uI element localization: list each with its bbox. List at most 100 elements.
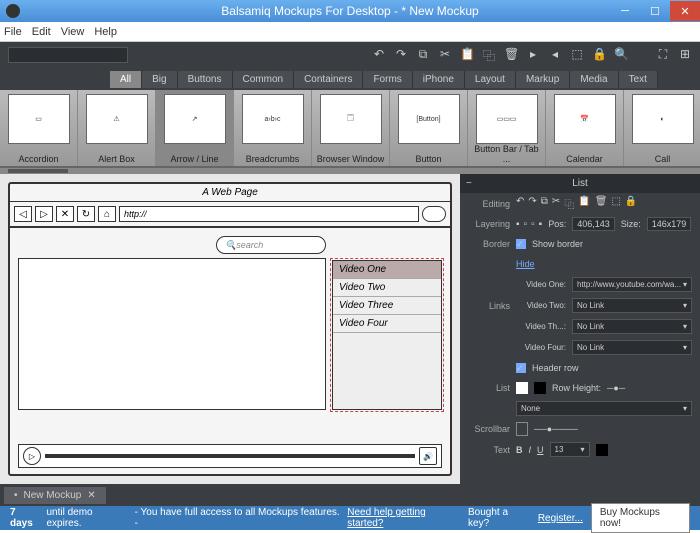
lock-icon[interactable]: 🔒 — [592, 47, 606, 64]
paste-icon[interactable]: 📋 — [460, 47, 474, 64]
group-icon[interactable]: ⬚ — [611, 196, 620, 211]
category-tab-big[interactable]: Big — [142, 71, 177, 88]
maximize-button[interactable]: ☐ — [640, 1, 670, 21]
buy-button[interactable]: Buy Mockups now! — [591, 503, 690, 533]
copy-icon[interactable]: ⿻ — [564, 196, 574, 211]
link-select[interactable]: http://www.youtube.com/wa...▾ — [572, 277, 692, 292]
register-link[interactable]: Register... — [538, 513, 583, 524]
minimize-panel-icon[interactable]: − — [466, 178, 472, 189]
back-icon[interactable]: ◂ — [548, 47, 562, 64]
menu-file[interactable]: File — [4, 26, 22, 38]
link-select[interactable]: No Link▾ — [572, 340, 692, 355]
list-item[interactable]: Video Two — [333, 279, 441, 297]
lock-icon[interactable]: 🔒 — [625, 196, 637, 211]
duplicate-icon[interactable]: ⿻ — [482, 47, 496, 64]
font-size-select[interactable]: 13▾ — [550, 442, 590, 457]
library-item[interactable]: ▭Accordion — [0, 90, 78, 166]
library-item[interactable]: a›b›cBreadcrumbs — [234, 90, 312, 166]
scrollbar-slider[interactable]: ──●──── — [534, 424, 578, 434]
list-item[interactable]: Video Three — [333, 297, 441, 315]
nav-forward-icon[interactable]: ▷ — [35, 206, 53, 222]
bring-forward-icon[interactable]: ▫ — [524, 219, 528, 230]
bold-button[interactable]: B — [516, 445, 523, 455]
send-back-icon[interactable]: ▪ — [539, 219, 543, 230]
delete-icon[interactable]: 🗑 — [504, 47, 518, 64]
window-controls: ─ ☐ ✕ — [610, 1, 700, 21]
menu-help[interactable]: Help — [94, 26, 117, 38]
cut-icon[interactable]: ✂ — [552, 196, 560, 211]
size-field[interactable]: 146x179 — [647, 217, 692, 231]
duplicate-icon[interactable]: ⧉ — [541, 196, 548, 211]
list-item[interactable]: Video One — [333, 261, 441, 279]
library-item[interactable]: ◐Call — [624, 90, 700, 166]
bring-front-icon[interactable]: ▪ — [516, 219, 520, 230]
close-tab-icon[interactable]: ✕ — [87, 490, 95, 501]
undo-icon[interactable]: ↶ — [372, 47, 386, 64]
list-widget[interactable]: Video OneVideo TwoVideo ThreeVideo Four — [332, 260, 442, 410]
nav-home-icon[interactable]: ⌂ — [98, 206, 116, 222]
library-item[interactable]: 🗔Browser Window — [312, 90, 390, 166]
paste-icon[interactable]: 📋 — [578, 196, 590, 211]
copy-icon[interactable]: ⧉ — [416, 47, 430, 64]
volume-icon[interactable]: 🔊 — [419, 447, 437, 465]
url-field[interactable]: http:// — [119, 206, 419, 222]
text-color-swatch[interactable] — [596, 444, 608, 456]
play-icon[interactable]: ▷ — [23, 447, 41, 465]
canvas[interactable]: A Web Page ◁ ▷ ✕ ↻ ⌂ http:// 🔍 search Vi… — [0, 174, 460, 484]
color-swatch-1[interactable] — [516, 382, 528, 394]
forward-icon[interactable]: ▸ — [526, 47, 540, 64]
progress-track[interactable] — [45, 454, 415, 458]
category-tab-forms[interactable]: Forms — [363, 71, 412, 88]
library-item[interactable]: [Button]Button — [390, 90, 468, 166]
minimize-button[interactable]: ─ — [610, 1, 640, 21]
category-tab-iphone[interactable]: iPhone — [413, 71, 465, 88]
hide-link[interactable]: Hide — [516, 259, 535, 269]
category-tab-markup[interactable]: Markup — [516, 71, 570, 88]
cut-icon[interactable]: ✂ — [438, 47, 452, 64]
category-tab-buttons[interactable]: Buttons — [178, 71, 233, 88]
nav-back-icon[interactable]: ◁ — [14, 206, 32, 222]
list-item[interactable]: Video Four — [333, 315, 441, 333]
go-button[interactable] — [422, 206, 446, 222]
redo-icon[interactable]: ↷ — [394, 47, 408, 64]
redo-icon[interactable]: ↷ — [528, 196, 536, 211]
underline-button[interactable]: U — [537, 445, 544, 455]
document-tab[interactable]: • New Mockup ✕ — [4, 487, 106, 504]
link-select[interactable]: No Link▾ — [572, 319, 692, 334]
italic-button[interactable]: I — [529, 445, 532, 455]
group-icon[interactable]: ⬚ — [570, 47, 584, 64]
show-border-checkbox[interactable]: ✓ — [516, 239, 526, 249]
library-item[interactable]: ⚠Alert Box — [78, 90, 156, 166]
zoom-icon[interactable]: 🔍 — [614, 47, 628, 64]
delete-icon[interactable]: 🗑 — [595, 196, 608, 211]
content-box[interactable] — [18, 258, 326, 410]
header-row-checkbox[interactable]: ✓ — [516, 363, 526, 373]
position-field[interactable]: 406,143 — [572, 217, 615, 231]
nav-refresh-icon[interactable]: ↻ — [77, 206, 95, 222]
quick-add-input[interactable] — [8, 47, 128, 63]
library-item[interactable]: ▭▭▭Button Bar / Tab ... — [468, 90, 546, 166]
color-swatch-2[interactable] — [534, 382, 546, 394]
category-tab-text[interactable]: Text — [619, 71, 658, 88]
link-select[interactable]: No Link▾ — [572, 298, 692, 313]
help-link[interactable]: Need help getting started? — [347, 507, 462, 529]
menu-view[interactable]: View — [61, 26, 85, 38]
fullscreen-icon[interactable]: ⛶ — [656, 47, 670, 64]
category-tab-all[interactable]: All — [110, 71, 142, 88]
variant-select[interactable]: None▾ — [516, 401, 692, 416]
close-button[interactable]: ✕ — [670, 1, 700, 21]
category-tab-containers[interactable]: Containers — [294, 71, 363, 88]
row-height-slider[interactable]: ─●─ — [607, 383, 625, 393]
category-tab-layout[interactable]: Layout — [465, 71, 516, 88]
undo-icon[interactable]: ↶ — [516, 196, 524, 211]
menu-edit[interactable]: Edit — [32, 26, 51, 38]
search-field[interactable]: 🔍 search — [216, 236, 326, 254]
toggle-panel-icon[interactable]: ⊞ — [678, 47, 692, 64]
category-tab-media[interactable]: Media — [570, 71, 618, 88]
library-item[interactable]: 📅Calendar — [546, 90, 624, 166]
send-backward-icon[interactable]: ▫ — [531, 219, 535, 230]
category-tab-common[interactable]: Common — [233, 71, 295, 88]
scrollbar-toggle[interactable] — [516, 422, 528, 436]
library-item[interactable]: ↗Arrow / Line — [156, 90, 234, 166]
nav-stop-icon[interactable]: ✕ — [56, 206, 74, 222]
